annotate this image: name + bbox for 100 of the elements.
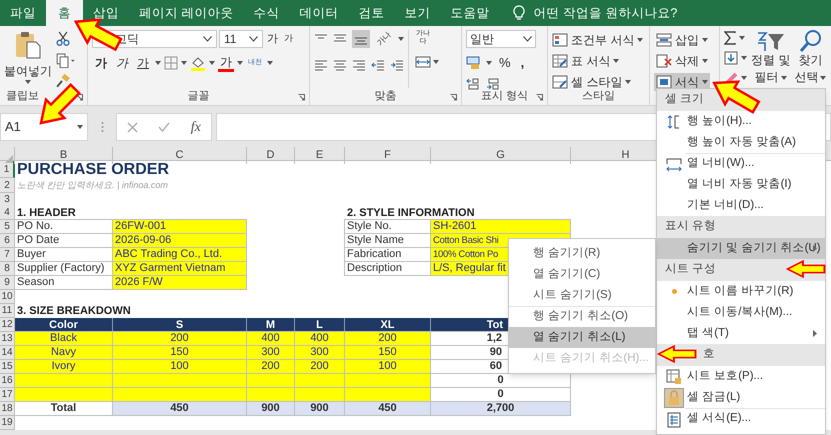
table-cell: Color (15, 318, 113, 332)
orientation-button[interactable]: 가나 (373, 28, 395, 50)
fill-down-icon[interactable] (724, 51, 738, 65)
increase-decimal-icon[interactable] (466, 78, 480, 90)
row-header[interactable]: 10 (1, 290, 13, 303)
caret-icon (702, 38, 708, 42)
ribbon-tab[interactable]: 보기 (394, 0, 440, 26)
font-size-field[interactable]: 11 (219, 30, 263, 48)
table-cell: 200 (112, 331, 247, 346)
menu-item[interactable]: 열 너비 자동 맞춤(I) (657, 174, 825, 195)
menu-item[interactable]: 시트 이동/복사(M)... (657, 302, 825, 323)
ribbon-button[interactable]: 조건부 서식 (552, 31, 644, 49)
table-cell: Description (344, 261, 431, 276)
table-cell: 100 (344, 359, 431, 374)
ribbon-button[interactable]: 삽입 (654, 31, 710, 49)
ribbon-button[interactable]: 삭제 (654, 52, 710, 70)
ribbon-tab[interactable]: 도움말 (440, 0, 500, 26)
ribbon-tab[interactable]: 삽입 (83, 0, 129, 26)
bold-button[interactable]: 가 (92, 54, 110, 72)
find-select-button[interactable]: 찾기 선택 (794, 30, 826, 88)
dialog-launcher-icon[interactable] (298, 94, 305, 101)
borders-icon[interactable] (164, 56, 178, 70)
ribbon-tab[interactable]: 파일 (0, 0, 46, 26)
input-cell (294, 387, 345, 402)
search-icon (798, 30, 822, 52)
ribbon-tab[interactable]: 홈 (46, 0, 83, 26)
number-format-field[interactable]: 일반 (466, 30, 536, 48)
scissors-icon[interactable] (56, 31, 70, 47)
sort-filter-button[interactable]: 정렬 및 필터 (751, 30, 790, 88)
menu-item[interactable]: 기본 너비(D)... (657, 195, 825, 216)
merge-cells-icon[interactable] (415, 56, 431, 68)
caret-icon (398, 37, 404, 41)
row-header[interactable]: 12 (1, 318, 13, 331)
menu-item[interactable]: 시트 숨기기(S) (509, 285, 655, 306)
italic-button[interactable]: 가 (113, 54, 131, 72)
shrink-font-button[interactable]: 가 (282, 32, 295, 46)
fill-color-icon[interactable] (190, 55, 206, 71)
menu-item[interactable]: 행 높이 자동 맞춤(A) (657, 132, 825, 153)
lightbulb-icon[interactable] (513, 5, 526, 21)
menu-item[interactable]: 시트 이름 바꾸기(R) (657, 281, 825, 302)
menu-item[interactable]: 탭 색(T) (657, 323, 825, 344)
ribbon-tab[interactable]: 데이터 (289, 0, 348, 26)
menu-item[interactable]: 열 너비(W)... (685, 153, 825, 174)
ribbon-button[interactable]: 표 서식 (552, 52, 644, 70)
align-center-icon[interactable] (333, 58, 347, 72)
column-header[interactable]: G (496, 147, 505, 164)
underline-button[interactable]: 가 (134, 54, 152, 72)
row-header[interactable]: 15 (1, 360, 13, 373)
column-header[interactable]: D (266, 147, 274, 164)
tell-me-text[interactable]: 어떤 작업을 원하시나요? (533, 4, 678, 22)
dialog-launcher-icon[interactable] (450, 94, 457, 101)
row-header[interactable]: 14 (1, 346, 13, 359)
row-header[interactable]: 17 (1, 388, 13, 401)
insert-cells-icon (656, 33, 672, 47)
dialog-launcher-icon[interactable] (76, 94, 83, 101)
font-color-button[interactable]: 가 (218, 54, 234, 72)
row-header[interactable]: 19 (1, 416, 13, 429)
menu-header: 표시 유형 (657, 216, 825, 238)
ribbon-tab[interactable]: 페이지 레이아웃 (129, 0, 244, 26)
column-header[interactable]: H (622, 147, 630, 164)
decrease-decimal-icon[interactable] (486, 78, 500, 90)
padlock-icon (664, 388, 684, 408)
currency-icon[interactable] (466, 56, 482, 70)
row-header[interactable]: 18 (1, 402, 13, 415)
copy-icon[interactable] (56, 52, 76, 68)
column-header[interactable]: C (176, 147, 184, 164)
check-icon[interactable] (158, 122, 170, 132)
table-cell: 400 (294, 331, 345, 346)
menu-item[interactable]: 셀 잠금(L) (657, 387, 825, 408)
table-cell: Total (14, 401, 113, 416)
dialog-launcher-icon[interactable] (536, 94, 543, 101)
insert-function-button[interactable]: fx (190, 116, 201, 138)
column-header[interactable]: E (316, 147, 324, 164)
menu-item[interactable]: 시트 보호(P)... (657, 366, 825, 387)
menu-item[interactable]: 셀 서식(E)... (685, 408, 825, 429)
ribbon-tab[interactable]: 검토 (348, 0, 394, 26)
increase-indent-icon[interactable] (390, 58, 404, 72)
align-right-icon[interactable] (352, 58, 366, 72)
column-header[interactable]: F (384, 147, 391, 164)
menu-item[interactable]: 행 높이(H)... (657, 111, 825, 132)
format-painter-icon[interactable] (56, 74, 70, 88)
grow-font-button[interactable]: 가 (265, 30, 280, 48)
name-box[interactable]: A1 (0, 113, 88, 141)
paste-button[interactable]: 붙여넣기 (4, 30, 52, 88)
column-header[interactable]: B (60, 147, 68, 164)
decrease-indent-icon[interactable] (371, 58, 385, 72)
align-left-icon[interactable] (314, 58, 328, 72)
row-header[interactable]: 13 (1, 332, 13, 345)
percent-button[interactable]: % (496, 53, 514, 72)
format-cells-icon (667, 412, 681, 428)
caret-icon (267, 61, 273, 65)
caret-icon (613, 59, 620, 63)
row-header[interactable]: 16 (1, 374, 13, 387)
chevron-down-icon (523, 36, 532, 42)
menu-item[interactable]: 열 숨기기 취소(L) (509, 327, 655, 348)
align-bottom-icon[interactable] (352, 30, 370, 48)
autosum-icon[interactable] (724, 31, 736, 45)
ribbon-button[interactable]: 셀 스타일 (552, 73, 644, 91)
comma-button[interactable]: , (518, 53, 528, 72)
ribbon-tab[interactable]: 수식 (243, 0, 290, 26)
